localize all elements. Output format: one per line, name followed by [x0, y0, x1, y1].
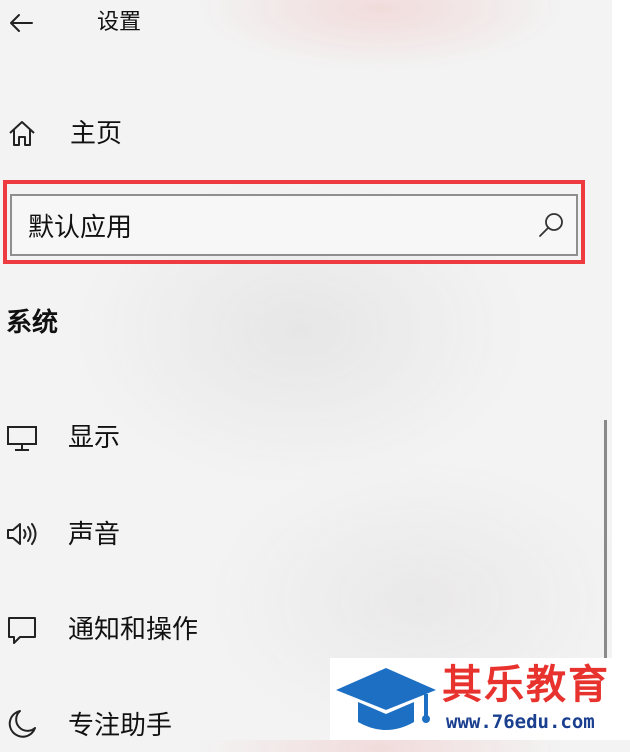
- monitor-icon: [7, 426, 37, 451]
- arrow-left-icon: [10, 14, 33, 32]
- nav-item-label: 专注助手: [68, 711, 173, 741]
- moon-icon: [8, 710, 36, 738]
- search-button[interactable]: [536, 210, 566, 240]
- nav-item-label: 显示: [68, 423, 121, 453]
- home-icon: [9, 121, 35, 146]
- watermark-brand: 其乐教育: [442, 662, 610, 708]
- watermark-url: www.76edu.com: [446, 711, 595, 733]
- nav-item-label: 通知和操作: [68, 615, 199, 645]
- nav-item-label: 声音: [68, 520, 121, 550]
- window-edge: [612, 0, 630, 740]
- graduation-cap-icon: [336, 668, 436, 730]
- page-title: 设置: [97, 10, 142, 35]
- search-box[interactable]: [10, 194, 578, 256]
- nav-item-display[interactable]: 显示: [0, 410, 590, 466]
- search-input[interactable]: [28, 196, 518, 254]
- notification-icon: [8, 617, 36, 644]
- nav-item-sound[interactable]: 声音: [0, 506, 590, 562]
- nav-item-notifications[interactable]: 通知和操作: [0, 602, 590, 658]
- back-button[interactable]: [6, 8, 36, 38]
- nav-item-label: 主页: [70, 119, 123, 149]
- search-icon: [539, 213, 563, 237]
- speaker-icon: [7, 523, 37, 545]
- section-header: 系统: [6, 308, 59, 338]
- watermark-logo: 其乐教育 www.76edu.com: [330, 658, 630, 740]
- nav-item-home[interactable]: 主页: [0, 106, 590, 162]
